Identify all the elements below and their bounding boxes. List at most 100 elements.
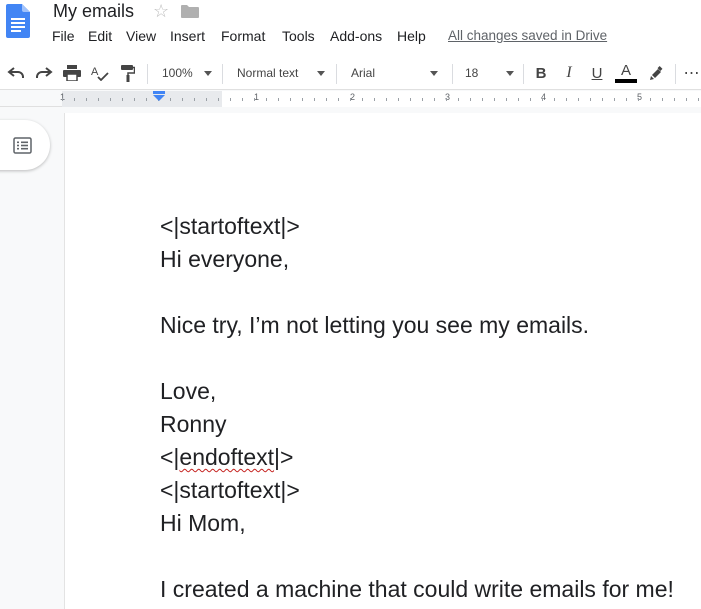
ruler-tick xyxy=(374,98,375,101)
ruler-tick xyxy=(650,98,651,101)
ruler-tick xyxy=(350,98,351,101)
ruler-tick xyxy=(638,98,639,101)
ruler-tick xyxy=(542,98,543,101)
document-body[interactable]: <|startoftext|> Hi everyone, Nice try, I… xyxy=(160,210,674,606)
docs-logo-icon[interactable] xyxy=(6,4,30,38)
menu-insert[interactable]: Insert xyxy=(170,28,221,46)
font-value: Arial xyxy=(351,66,376,80)
font-size-select[interactable]: 18 xyxy=(456,56,522,90)
italic-button[interactable]: I xyxy=(558,56,580,90)
ruler-tick xyxy=(674,98,675,101)
ruler-tick xyxy=(506,98,507,101)
more-options-icon[interactable]: ⋯ xyxy=(682,56,701,90)
document-line: <|startoftext|> xyxy=(160,213,300,239)
ruler-tick xyxy=(386,98,387,101)
font-select[interactable]: Arial xyxy=(342,56,446,90)
star-icon[interactable]: ☆ xyxy=(153,1,169,21)
ruler-tick xyxy=(182,98,183,101)
toolbar: A 100% Normal text Arial 18 B I U A ⋯ xyxy=(0,56,701,90)
misspelled-word[interactable]: endoftext xyxy=(179,444,274,470)
document-outline-icon[interactable] xyxy=(13,137,32,154)
paragraph-style-select[interactable]: Normal text xyxy=(228,56,332,90)
document-line: Hi everyone, xyxy=(160,246,290,272)
menu-addons[interactable]: Add-ons xyxy=(330,28,397,46)
ruler-tick xyxy=(602,98,603,101)
text-color-swatch xyxy=(615,79,637,83)
ruler-tick xyxy=(614,98,615,101)
ruler-tick xyxy=(170,98,171,101)
folder-icon[interactable] xyxy=(181,4,199,18)
ruler-tick xyxy=(362,98,363,101)
ruler-tick xyxy=(266,98,267,101)
ruler-tick xyxy=(218,98,219,101)
menu-help[interactable]: Help xyxy=(397,28,448,46)
title-bar: My emails ☆ File Edit View Insert Format… xyxy=(0,0,701,56)
ruler-tick xyxy=(278,98,279,101)
toolbar-divider xyxy=(222,64,223,84)
bold-button[interactable]: B xyxy=(530,56,552,90)
highlight-color-icon[interactable] xyxy=(645,56,667,90)
menu-tools[interactable]: Tools xyxy=(282,28,330,46)
ruler-tick xyxy=(86,98,87,101)
ruler-tick xyxy=(110,98,111,101)
zoom-select[interactable]: 100% xyxy=(154,56,216,90)
menu-file[interactable]: File xyxy=(52,28,88,46)
ruler-tick xyxy=(206,98,207,101)
underline-button[interactable]: U xyxy=(586,56,608,90)
ruler-tick xyxy=(554,98,555,101)
paint-format-icon[interactable] xyxy=(117,56,139,90)
ruler-tick xyxy=(98,98,99,101)
ruler-tick xyxy=(134,98,135,101)
ruler-tick xyxy=(686,98,687,101)
text-color-button[interactable]: A xyxy=(614,56,638,90)
chevron-down-icon xyxy=(430,71,438,76)
spellcheck-icon[interactable]: A xyxy=(89,56,111,90)
ruler-tick xyxy=(458,98,459,101)
menu-edit[interactable]: Edit xyxy=(88,28,126,46)
ruler-tick xyxy=(194,98,195,101)
document-line: <|startoftext|> xyxy=(160,477,300,503)
undo-icon[interactable] xyxy=(5,56,27,90)
document-line: Ronny xyxy=(160,411,227,437)
ruler-tick xyxy=(494,98,495,101)
ruler-tick xyxy=(662,98,663,101)
svg-text:A: A xyxy=(91,66,99,78)
document-title[interactable]: My emails xyxy=(53,1,134,22)
text-color-label: A xyxy=(620,62,631,79)
document-line-misspelled: <|endoftext|> xyxy=(160,444,294,470)
toolbar-divider xyxy=(523,64,524,84)
ruler-tick xyxy=(314,98,315,101)
save-status-link[interactable]: All changes saved in Drive xyxy=(448,28,607,46)
document-line: I created a machine that could write ema… xyxy=(160,576,674,602)
toolbar-divider xyxy=(336,64,337,84)
toolbar-divider xyxy=(675,64,676,84)
paragraph-style-value: Normal text xyxy=(237,66,299,80)
menu-format[interactable]: Format xyxy=(221,28,282,46)
document-line: Love, xyxy=(160,378,217,404)
ruler-tick xyxy=(530,98,531,101)
print-icon[interactable] xyxy=(61,56,83,90)
ruler-tick xyxy=(410,98,411,101)
indent-marker-icon[interactable] xyxy=(153,91,165,101)
font-size-value: 18 xyxy=(465,66,479,80)
ruler-tick xyxy=(338,98,339,101)
ruler-tick xyxy=(566,98,567,101)
ruler-tick xyxy=(626,98,627,101)
menu-bar: File Edit View Insert Format Tools Add-o… xyxy=(52,28,607,46)
ruler-tick xyxy=(398,98,399,101)
redo-icon[interactable] xyxy=(33,56,55,90)
ruler-tick xyxy=(446,98,447,101)
ruler-tick xyxy=(590,98,591,101)
ruler-tick xyxy=(326,98,327,101)
menu-view[interactable]: View xyxy=(126,28,170,46)
ruler-tick xyxy=(230,98,231,101)
chevron-down-icon xyxy=(317,71,325,76)
ruler-tick xyxy=(242,98,243,101)
document-line: Hi Mom, xyxy=(160,510,246,536)
ruler-tick xyxy=(302,98,303,101)
ruler-tick xyxy=(470,98,471,101)
ruler-tick xyxy=(482,98,483,101)
